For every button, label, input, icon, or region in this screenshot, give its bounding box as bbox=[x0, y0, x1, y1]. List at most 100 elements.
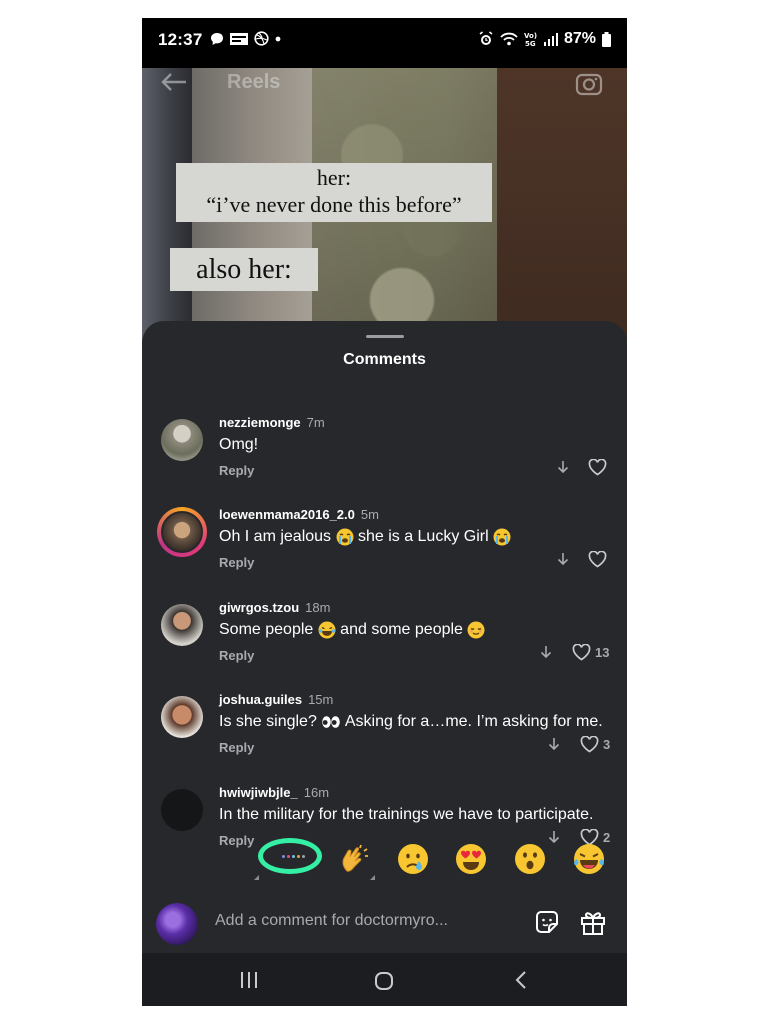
svg-text:5G: 5G bbox=[525, 40, 536, 47]
like-button[interactable] bbox=[588, 459, 611, 476]
comment-author[interactable]: loewenmama2016_2.0 5m bbox=[219, 507, 379, 522]
like-button[interactable] bbox=[588, 551, 611, 568]
recent-apps-icon[interactable] bbox=[239, 970, 259, 990]
wifi-icon bbox=[500, 32, 518, 46]
avatar[interactable] bbox=[161, 696, 203, 738]
username[interactable]: hwiwjiwbjle_ bbox=[219, 785, 298, 800]
quick-reactions bbox=[142, 833, 627, 893]
comment-text: In the military for the trainings we hav… bbox=[219, 806, 594, 823]
svg-text:Vo): Vo) bbox=[524, 32, 537, 40]
like-count: 13 bbox=[595, 645, 610, 660]
alarm-icon bbox=[479, 31, 493, 45]
news-app-icon bbox=[230, 32, 248, 45]
home-icon[interactable] bbox=[373, 970, 395, 992]
eyes-icon bbox=[322, 715, 341, 728]
add-comment-bar: Add a comment for doctormyro... bbox=[142, 893, 627, 953]
comment-text: Some people and some people bbox=[219, 621, 485, 639]
comment-text-part: Oh I am jealous bbox=[219, 528, 336, 546]
tears-of-joy-icon bbox=[318, 621, 336, 639]
username[interactable]: giwrgos.tzou bbox=[219, 600, 299, 615]
loudly-crying-face-icon bbox=[493, 528, 511, 546]
comment-time: 5m bbox=[360, 507, 379, 522]
comment-text-part: Some people bbox=[219, 621, 318, 639]
reply-button[interactable]: Reply bbox=[219, 740, 254, 755]
avatar[interactable] bbox=[161, 604, 203, 646]
more-dots-icon bbox=[282, 855, 305, 858]
comment-text-part: Is she single? bbox=[219, 713, 322, 730]
android-nav-bar bbox=[142, 953, 627, 1006]
back-icon[interactable] bbox=[514, 970, 528, 990]
video-caption-top: her: “i’ve never done this before” bbox=[176, 163, 492, 222]
heart-icon bbox=[588, 459, 607, 476]
reel-video[interactable]: her: “i’ve never done this before” also … bbox=[142, 68, 627, 358]
comment-item: nezziemonge 7m Omg! Reply bbox=[142, 415, 627, 495]
crying-face-icon[interactable] bbox=[397, 843, 429, 875]
like-button[interactable]: 3 bbox=[580, 736, 610, 753]
status-bar: 12:37 Vo) 5G 87% bbox=[142, 18, 627, 68]
comment-item: loewenmama2016_2.0 5m Oh I am jealous she… bbox=[142, 507, 627, 587]
dribbble-icon bbox=[254, 31, 269, 46]
phone-screen: 12:37 Vo) 5G 87% her: “i’ve never done th… bbox=[142, 18, 627, 1006]
gift-icon[interactable] bbox=[579, 908, 607, 936]
comment-text-part: Asking for a…me. I’m asking for me. bbox=[341, 713, 603, 730]
avatar[interactable] bbox=[161, 419, 203, 461]
comment-author[interactable]: joshua.guiles 15m bbox=[219, 692, 333, 707]
comment-time: 7m bbox=[306, 415, 325, 430]
comment-text-part: she is a Lucky Girl bbox=[353, 528, 494, 546]
clapping-hands-icon[interactable] bbox=[338, 843, 370, 875]
reply-button[interactable]: Reply bbox=[219, 463, 254, 478]
down-arrow-icon[interactable] bbox=[540, 645, 552, 659]
surprised-face-icon[interactable] bbox=[514, 843, 546, 875]
heart-icon bbox=[580, 736, 599, 753]
tears-of-joy-icon[interactable] bbox=[573, 843, 605, 875]
username[interactable]: nezziemonge bbox=[219, 415, 301, 430]
username[interactable]: joshua.guiles bbox=[219, 692, 302, 707]
reels-title: Reels bbox=[227, 71, 281, 93]
avatar[interactable] bbox=[161, 789, 203, 831]
comment-time: 15m bbox=[308, 692, 334, 707]
my-avatar bbox=[156, 903, 198, 945]
comment-input[interactable]: Add a comment for doctormyro... bbox=[215, 912, 448, 930]
chat-bubble-icon bbox=[211, 32, 223, 45]
status-time: 12:37 bbox=[158, 30, 203, 49]
caption-line-1: her: bbox=[316, 165, 352, 190]
corner-indicator-icon bbox=[254, 875, 259, 880]
down-arrow-icon[interactable] bbox=[557, 552, 569, 566]
comment-author[interactable]: nezziemonge 7m bbox=[219, 415, 325, 430]
reply-button[interactable]: Reply bbox=[219, 555, 254, 570]
sticker-icon[interactable] bbox=[533, 908, 561, 936]
signal-icon bbox=[543, 33, 558, 46]
heart-icon bbox=[572, 644, 591, 661]
loudly-crying-face-icon bbox=[336, 528, 353, 546]
like-button[interactable]: 13 bbox=[572, 644, 609, 661]
relieved-face-icon bbox=[467, 621, 485, 639]
comment-item: joshua.guiles 15m Is she single? Asking f… bbox=[142, 692, 627, 772]
avatar[interactable] bbox=[161, 511, 203, 553]
drag-handle[interactable] bbox=[366, 335, 404, 338]
battery-percent: 87% bbox=[563, 30, 596, 47]
comment-text: Omg! bbox=[219, 436, 259, 453]
video-caption-bottom: also her: bbox=[170, 248, 318, 291]
notification-icons bbox=[210, 31, 281, 46]
status-right-icons: Vo) 5G 87% bbox=[478, 30, 611, 48]
like-count: 3 bbox=[603, 737, 611, 752]
comment-author[interactable]: giwrgos.tzou 18m bbox=[219, 600, 330, 615]
comment-time: 18m bbox=[305, 600, 331, 615]
dot-indicator-icon bbox=[275, 36, 281, 41]
corner-indicator-icon bbox=[370, 875, 375, 880]
volte-5g-icon: Vo)5G bbox=[524, 32, 537, 47]
heart-icon bbox=[588, 551, 607, 568]
camera-icon[interactable] bbox=[575, 70, 603, 96]
heart-eyes-icon[interactable] bbox=[455, 843, 487, 875]
reply-button[interactable]: Reply bbox=[219, 648, 254, 663]
back-arrow-icon[interactable] bbox=[160, 72, 188, 92]
comments-sheet: Comments nezziemonge 7m Omg! Reply loewen… bbox=[142, 321, 627, 953]
more-reactions-button[interactable] bbox=[258, 838, 322, 874]
comment-text-part: and some people bbox=[335, 621, 468, 639]
comment-author[interactable]: hwiwjiwbjle_ 16m bbox=[219, 785, 329, 800]
username[interactable]: loewenmama2016_2.0 bbox=[219, 507, 355, 522]
down-arrow-icon[interactable] bbox=[548, 737, 560, 751]
down-arrow-icon[interactable] bbox=[557, 460, 569, 474]
video-door bbox=[497, 68, 627, 358]
caption-line-2: “i’ve never done this before” bbox=[206, 192, 462, 217]
